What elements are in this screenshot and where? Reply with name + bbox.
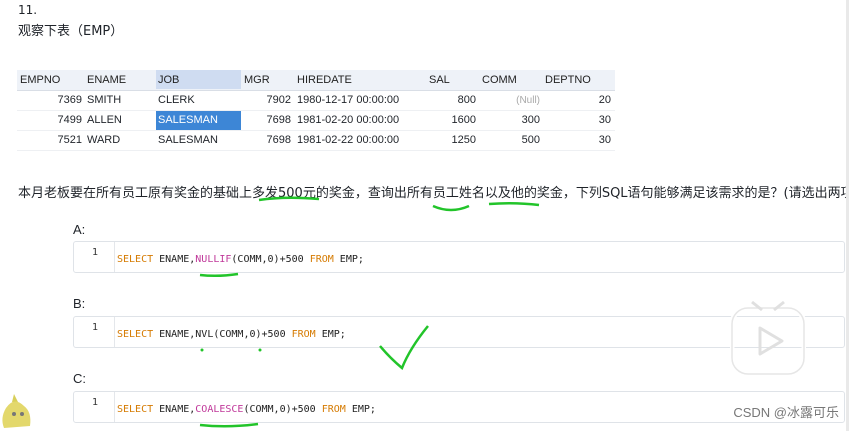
sql-text: EMP; bbox=[345, 404, 376, 415]
play-icon[interactable] bbox=[730, 300, 806, 376]
question-number: 11. bbox=[18, 3, 38, 17]
header-mgr[interactable]: MGR bbox=[244, 70, 294, 89]
cell-job: SALESMAN bbox=[158, 134, 218, 146]
line-number: 1 bbox=[92, 397, 99, 408]
sql-code: SELECT ENAME,COALESCE(COMM,0)+500 FROM E… bbox=[117, 404, 376, 415]
table-row[interactable]: 7499 ALLEN SALESMAN 7698 1981-02-20 00:0… bbox=[17, 111, 615, 131]
cell-empno: 7521 bbox=[57, 134, 82, 146]
sql-keyword: FROM bbox=[291, 329, 316, 340]
cell-sal: 1600 bbox=[451, 114, 476, 126]
cell-comm: 300 bbox=[521, 114, 540, 126]
line-number: 1 bbox=[92, 247, 99, 258]
cell-comm: (Null) bbox=[516, 95, 540, 106]
cell-empno: 7369 bbox=[57, 94, 82, 106]
line-gutter: 1 bbox=[74, 317, 115, 347]
underline-annotation bbox=[258, 196, 540, 212]
option-c-label: C: bbox=[73, 371, 86, 386]
sql-text: ENAME, bbox=[153, 329, 196, 340]
sql-code: SELECT ENAME,NULLIF(COMM,0)+500 FROM EMP… bbox=[117, 254, 364, 265]
line-gutter: 1 bbox=[74, 392, 115, 422]
sql-text: ENAME, bbox=[153, 254, 196, 265]
sql-keyword: SELECT bbox=[117, 254, 154, 265]
cell-deptno: 20 bbox=[598, 94, 611, 106]
header-ename[interactable]: ENAME bbox=[87, 70, 126, 89]
sql-keyword: FROM bbox=[309, 254, 334, 265]
question-title: 观察下表（EMP） bbox=[18, 24, 124, 39]
header-hiredate[interactable]: HIREDATE bbox=[297, 70, 352, 89]
checkmark-annotation bbox=[379, 325, 429, 371]
underline-annotation bbox=[199, 272, 239, 278]
table-header: EMPNO ENAME JOB MGR HIREDATE SAL COMM DE… bbox=[17, 70, 615, 91]
cell-job: CLERK bbox=[158, 94, 195, 106]
cell-mgr: 7698 bbox=[266, 114, 291, 126]
cell-mgr: 7902 bbox=[266, 94, 291, 106]
mascot-icon bbox=[2, 394, 31, 428]
sql-text: (COMM,0)+500 bbox=[213, 329, 292, 340]
line-gutter: 1 bbox=[74, 242, 115, 272]
watermark: CSDN @冰露可乐 bbox=[733, 405, 839, 420]
cell-mgr: 7698 bbox=[266, 134, 291, 146]
sql-function: NULLIF bbox=[195, 254, 232, 265]
sql-text: EMP; bbox=[315, 329, 346, 340]
table-row[interactable]: 7521 WARD SALESMAN 7698 1981-02-22 00:00… bbox=[17, 131, 615, 151]
sql-keyword: FROM bbox=[321, 404, 346, 415]
cell-deptno: 30 bbox=[598, 114, 611, 126]
table-row[interactable]: 7369 SMITH CLERK 7902 1980-12-17 00:00:0… bbox=[17, 91, 615, 111]
line-number: 1 bbox=[92, 322, 99, 333]
cell-sal: 1250 bbox=[451, 134, 476, 146]
sql-text: EMP; bbox=[333, 254, 364, 265]
option-b-label: B: bbox=[73, 296, 86, 311]
header-job[interactable]: JOB bbox=[156, 70, 241, 89]
option-a-code[interactable]: 1 SELECT ENAME,NULLIF(COMM,0)+500 FROM E… bbox=[73, 241, 845, 273]
cell-sal: 800 bbox=[457, 94, 476, 106]
sql-text: ENAME, bbox=[153, 404, 196, 415]
sql-keyword: SELECT bbox=[117, 404, 154, 415]
cell-deptno: 30 bbox=[598, 134, 611, 146]
sql-keyword: SELECT bbox=[117, 329, 154, 340]
option-c-code[interactable]: 1 SELECT ENAME,COALESCE(COMM,0)+500 FROM… bbox=[73, 391, 845, 423]
underline-annotation bbox=[199, 422, 259, 428]
sql-text: (COMM,0)+500 bbox=[231, 254, 310, 265]
cell-ename: WARD bbox=[87, 134, 121, 146]
sql-function: COALESCE bbox=[195, 404, 244, 415]
emp-table: EMPNO ENAME JOB MGR HIREDATE SAL COMM DE… bbox=[17, 70, 615, 151]
cell-job-selected[interactable]: SALESMAN bbox=[156, 111, 241, 130]
header-comm[interactable]: COMM bbox=[482, 70, 540, 89]
dot-annotation bbox=[200, 348, 262, 352]
cell-comm: 500 bbox=[521, 134, 540, 146]
sql-text: (COMM,0)+500 bbox=[243, 404, 322, 415]
cell-empno: 7499 bbox=[57, 114, 82, 126]
header-deptno[interactable]: DEPTNO bbox=[545, 70, 611, 89]
sql-function: NVL bbox=[195, 329, 214, 340]
header-empno[interactable]: EMPNO bbox=[20, 70, 85, 89]
sql-code: SELECT ENAME,NVL(COMM,0)+500 FROM EMP; bbox=[117, 329, 346, 340]
cell-ename: SMITH bbox=[87, 94, 122, 106]
option-a-label: A: bbox=[73, 222, 86, 237]
cell-ename: ALLEN bbox=[87, 114, 122, 126]
